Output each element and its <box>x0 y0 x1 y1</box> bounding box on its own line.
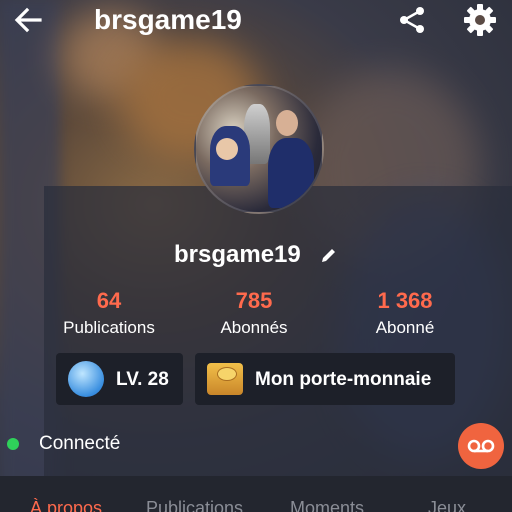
stat-label: Abonné <box>375 318 435 337</box>
level-label: LV. 28 <box>116 369 169 390</box>
wallet-icon <box>207 363 243 395</box>
profile-username: brsgame19 <box>174 241 301 268</box>
share-icon[interactable] <box>396 4 428 36</box>
stat-value: 785 <box>235 288 273 313</box>
avatar-photo-detail <box>276 110 298 136</box>
stat-following[interactable]: 1 368 Abonné <box>360 288 450 338</box>
status-text: Connecté <box>39 433 121 454</box>
top-bar: brsgame19 <box>0 0 512 44</box>
stat-label: Publications <box>63 318 155 337</box>
tab-games[interactable]: Jeux <box>428 498 466 512</box>
wallet-label: Mon porte-monnaie <box>255 369 432 390</box>
status-row: Connecté <box>0 420 512 470</box>
tab-bar: À propos Publications Moments Jeux <box>0 476 512 512</box>
tab-moments[interactable]: Moments <box>290 498 364 512</box>
page-title: brsgame19 <box>94 4 242 35</box>
stat-label: Abonnés <box>220 318 288 337</box>
profile-screen: brsgame19 brsgame19 64 Publications 785 … <box>0 0 512 512</box>
arrow-left-icon[interactable] <box>12 4 44 36</box>
tab-about[interactable]: À propos <box>30 498 102 512</box>
online-indicator-icon <box>7 438 19 450</box>
pencil-icon[interactable] <box>320 246 338 264</box>
level-button[interactable]: LV. 28 <box>56 353 183 405</box>
avatar[interactable] <box>194 84 324 214</box>
voicemail-button[interactable] <box>458 423 504 469</box>
avatar-photo-detail <box>268 138 314 208</box>
stat-value: 64 <box>96 288 122 313</box>
stat-value: 1 368 <box>377 288 433 313</box>
wallet-button[interactable]: Mon porte-monnaie <box>195 353 455 405</box>
avatar-photo-detail <box>216 138 238 160</box>
gear-icon[interactable] <box>462 2 498 38</box>
level-badge-icon <box>68 361 104 397</box>
voicemail-icon <box>467 439 495 453</box>
stat-followers[interactable]: 785 Abonnés <box>204 288 304 338</box>
tab-publications[interactable]: Publications <box>146 498 243 512</box>
stat-publications[interactable]: 64 Publications <box>54 288 164 338</box>
